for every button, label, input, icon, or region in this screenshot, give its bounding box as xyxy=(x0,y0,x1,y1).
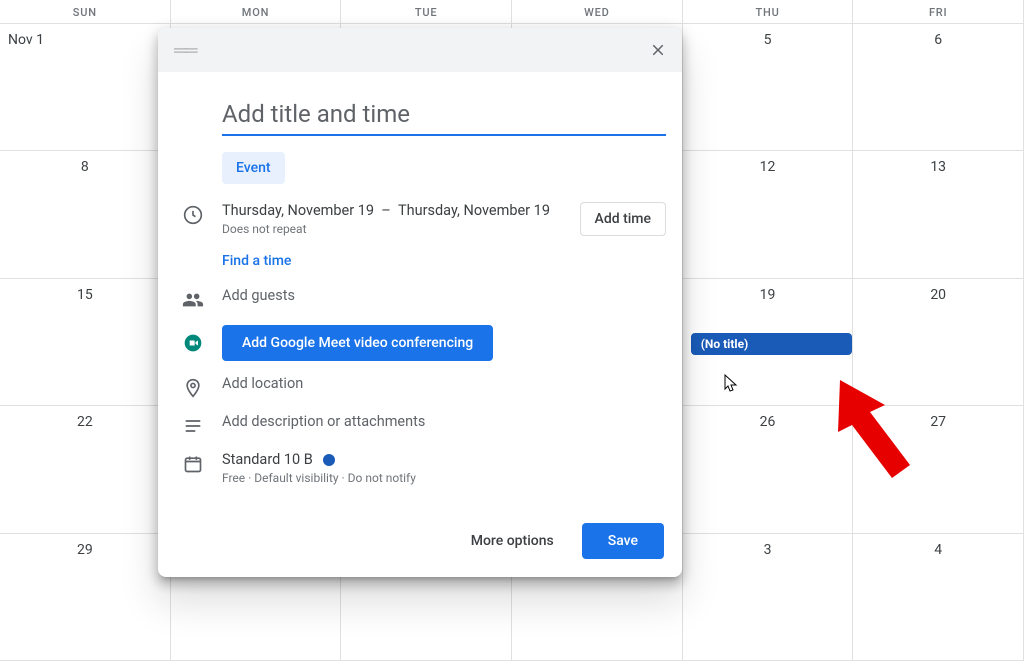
day-number: Nov 1 xyxy=(0,30,170,50)
day-cell[interactable]: 6 xyxy=(853,24,1024,150)
day-number: 15 xyxy=(0,285,170,305)
modal-header: ══ xyxy=(158,28,682,72)
day-cell[interactable]: 8 xyxy=(0,151,171,277)
day-cell[interactable]: 27 xyxy=(853,406,1024,532)
notes-icon xyxy=(182,415,204,437)
add-location-field[interactable]: Add location xyxy=(222,375,303,392)
day-number: 29 xyxy=(0,540,170,560)
weekday-header: FRI xyxy=(853,0,1024,23)
repeat-text[interactable]: Does not repeat xyxy=(222,222,550,236)
drag-handle-icon[interactable]: ══ xyxy=(170,40,196,61)
day-cell[interactable]: 12 xyxy=(683,151,854,277)
event-title-input[interactable] xyxy=(222,96,666,136)
calendar-icon xyxy=(182,453,204,475)
day-cell[interactable]: 15 xyxy=(0,279,171,405)
modal-footer: More options Save xyxy=(158,501,682,577)
calendar-selector[interactable]: Standard 10 B xyxy=(222,451,416,468)
day-number: 26 xyxy=(683,412,853,432)
tab-event[interactable]: Event xyxy=(222,152,285,184)
day-number: 4 xyxy=(853,540,1023,560)
more-options-button[interactable]: More options xyxy=(463,525,562,557)
day-cell[interactable]: Nov 1 xyxy=(0,24,171,150)
add-google-meet-button[interactable]: Add Google Meet video conferencing xyxy=(222,325,493,361)
weekday-header: THU xyxy=(683,0,854,23)
day-number: 12 xyxy=(683,157,853,177)
day-number: 19 xyxy=(683,285,853,305)
day-number: 20 xyxy=(853,285,1023,305)
day-cell[interactable]: 26 xyxy=(683,406,854,532)
day-number: 13 xyxy=(853,157,1023,177)
event-date-range[interactable]: Thursday, November 19 – Thursday, Novemb… xyxy=(222,202,550,219)
clock-icon xyxy=(182,204,204,226)
weekday-header: MON xyxy=(171,0,342,23)
day-cell[interactable]: 13 xyxy=(853,151,1024,277)
day-number: 6 xyxy=(853,30,1023,50)
weekday-header-row: SUN MON TUE WED THU FRI xyxy=(0,0,1024,24)
add-description-field[interactable]: Add description or attachments xyxy=(222,413,425,430)
find-a-time-link[interactable]: Find a time xyxy=(222,253,291,269)
day-cell[interactable]: 5 xyxy=(683,24,854,150)
visibility-text[interactable]: Free · Default visibility · Do not notif… xyxy=(222,471,416,485)
day-number: 5 xyxy=(683,30,853,50)
day-number: 8 xyxy=(0,157,170,177)
day-cell[interactable]: 22 xyxy=(0,406,171,532)
day-cell[interactable]: 29 xyxy=(0,534,171,660)
calendar-name-label: Standard 10 B xyxy=(222,451,313,468)
day-cell[interactable]: 4 xyxy=(853,534,1024,660)
event-chip-no-title[interactable]: (No title) xyxy=(691,333,853,355)
day-number: 27 xyxy=(853,412,1023,432)
day-cell[interactable]: 3 xyxy=(683,534,854,660)
close-button[interactable] xyxy=(646,38,670,62)
weekday-header: TUE xyxy=(341,0,512,23)
weekday-header: SUN xyxy=(0,0,171,23)
day-number: 22 xyxy=(0,412,170,432)
day-cell[interactable]: 20 xyxy=(853,279,1024,405)
google-meet-icon xyxy=(182,332,204,354)
save-button[interactable]: Save xyxy=(582,523,664,559)
add-guests-field[interactable]: Add guests xyxy=(222,287,295,304)
add-time-button[interactable]: Add time xyxy=(580,202,666,236)
event-create-modal: ══ Event Thursday, November 19 – Thursda… xyxy=(158,28,682,577)
close-icon xyxy=(649,41,667,59)
day-cell[interactable]: 19 (No title) xyxy=(683,279,854,405)
people-icon xyxy=(182,289,204,311)
day-number: 3 xyxy=(683,540,853,560)
location-icon xyxy=(182,377,204,399)
weekday-header: WED xyxy=(512,0,683,23)
calendar-color-dot xyxy=(323,454,335,466)
